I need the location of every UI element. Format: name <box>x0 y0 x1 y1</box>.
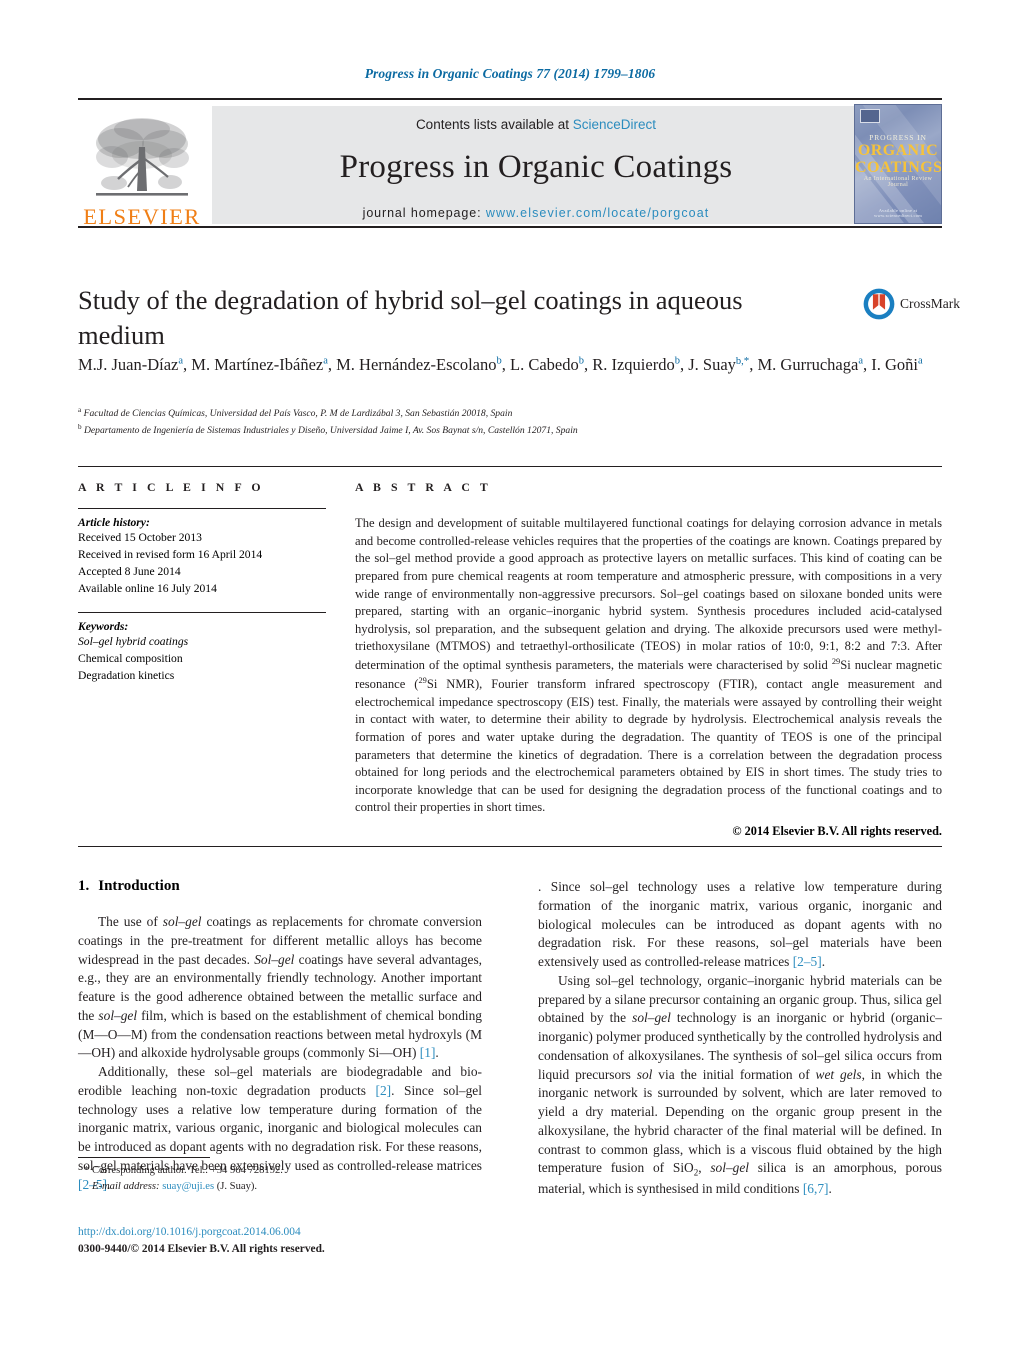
page-title: Study of the degradation of hybrid sol–g… <box>78 285 743 350</box>
intro-paragraph-2-cont: . Since sol–gel technology uses a relati… <box>538 879 942 970</box>
intro-paragraph-1: The use of sol–gel coatings as replaceme… <box>78 914 483 1061</box>
keyword-item: Chemical composition <box>78 651 183 665</box>
article-history-item: Received 15 October 2013 <box>78 531 202 544</box>
citation-link[interactable]: [6,7] <box>803 1181 829 1196</box>
body-column-left: 1. Introduction The use of sol–gel coatin… <box>78 878 482 1194</box>
keyword-item: Sol–gel hybrid coatings <box>78 634 189 648</box>
author-item: M.J. Juan-Díaza, <box>78 355 192 374</box>
crossmark-label: CrossMark <box>900 296 960 311</box>
running-head: Progress in Organic Coatings 77 (2014) 1… <box>364 66 656 81</box>
abstract-text: The design and development of suitable m… <box>355 515 942 817</box>
corresponding-author-note: * Corresponding author. Tel.: +34 964 72… <box>78 1163 482 1179</box>
article-history-item: Available online 16 July 2014 <box>78 582 217 596</box>
homepage-label: journal homepage: <box>362 206 482 220</box>
keywords-divider <box>78 611 326 613</box>
section-title: Introduction <box>98 878 180 894</box>
affiliation-text: Facultad de Ciencias Químicas, Universid… <box>83 408 513 420</box>
abstract-copyright: © 2014 Elsevier B.V. All rights reserved… <box>732 824 942 838</box>
homepage-url-link[interactable]: www.elsevier.com/locate/porgcoat <box>486 206 709 220</box>
affiliation-mark: b <box>78 422 82 431</box>
affiliation-list: a Facultad de Ciencias Químicas, Univers… <box>78 405 958 438</box>
abstract-heading: A B S T R A C T <box>355 480 492 494</box>
cover-line-2: ORGANIC COATINGS <box>855 142 942 176</box>
issn-copyright-line: 0300-9440/© 2014 Elsevier B.V. All right… <box>78 1242 325 1255</box>
keyword-item: Degradation kinetics <box>78 668 175 682</box>
journal-homepage-line: journal homepage: www.elsevier.com/locat… <box>363 206 710 220</box>
abstract-sup-1: 29 <box>831 657 841 666</box>
info-rule-top <box>78 466 942 467</box>
elsevier-logo: ELSEVIER <box>78 104 206 228</box>
article-history-title: Article history: <box>78 516 150 529</box>
cover-line-1: PROGRESS IN <box>869 133 927 142</box>
article-info-block: A R T I C L E I N F O Article history: R… <box>78 480 326 684</box>
cover-elsevier-mark <box>860 109 880 123</box>
corresponding-text: Corresponding author. Tel.: +34 964 7281… <box>91 1165 283 1176</box>
citation-link[interactable]: [1] <box>420 1045 436 1060</box>
cover-line-3: An International Review Journal <box>863 176 933 188</box>
section-number: 1. <box>78 878 90 894</box>
doi-link[interactable]: http://dx.doi.org/10.1016/j.porgcoat.201… <box>78 1224 538 1241</box>
author-item: I. Goñia <box>871 355 923 374</box>
email-note: E-mail address: suay@uji.es (J. Suay). <box>78 1179 482 1195</box>
journal-band: Contents lists available at ScienceDirec… <box>212 106 860 224</box>
journal-masthead: ELSEVIER Contents lists available at Sci… <box>78 98 942 228</box>
email-label: E-mail address: <box>92 1181 160 1193</box>
cover-line-4: Available online at www.sciencedirect.co… <box>873 208 923 218</box>
affiliation-item: a Facultad de Ciencias Químicas, Univers… <box>78 405 958 422</box>
author-item: L. Cabedob, <box>510 355 593 374</box>
author-item: R. Izquierdob, <box>592 355 689 374</box>
corresponding-mark: * <box>84 1165 90 1176</box>
author-item: M. Gurruchagaa, <box>757 355 872 374</box>
footnote-divider <box>78 1157 210 1158</box>
email-owner: (J. Suay). <box>216 1181 258 1193</box>
article-info-divider <box>78 508 326 509</box>
abstract-sup-2: 29 <box>418 675 427 685</box>
abstract-block: A B S T R A C T The design and developme… <box>355 480 942 839</box>
author-item: M. Martínez-Ibáñeza, <box>191 355 337 374</box>
author-item: M. Hernández-Escolanob, <box>336 355 510 374</box>
article-history-item: Received in revised form 16 April 2014 <box>78 548 263 562</box>
footnote-block: * Corresponding author. Tel.: +34 964 72… <box>78 1163 482 1195</box>
contents-prefix: Contents lists available at <box>415 117 573 132</box>
abstract-part-3: Si NMR), Fourier transform infrared spec… <box>355 677 942 815</box>
journal-title: Progress in Organic Coatings <box>339 149 733 185</box>
article-info-heading: A R T I C L E I N F O <box>78 480 265 494</box>
contents-available-line: Contents lists available at ScienceDirec… <box>416 117 656 132</box>
elsevier-tree-icon <box>96 117 189 196</box>
affiliation-text: Departamento de Ingeniería de Sistemas I… <box>84 424 578 436</box>
author-list: M.J. Juan-Díaza, M. Martínez-Ibáñeza, M.… <box>78 352 958 378</box>
journal-cover-thumbnail: PROGRESS IN ORGANIC COATINGS An Internat… <box>854 104 942 224</box>
keywords-title: Keywords: <box>78 619 129 633</box>
info-rule-bottom <box>78 846 942 847</box>
paper-page: Progress in Organic Coatings 77 (2014) 1… <box>0 0 1020 1351</box>
abstract-part-1: The design and development of suitable m… <box>355 516 942 673</box>
affiliation-item: b Departamento de Ingeniería de Sistemas… <box>78 422 958 439</box>
citation-link[interactable]: [2–5] <box>793 954 822 969</box>
author-item: J. Suayb,*, <box>688 354 758 375</box>
crossmark-icon <box>863 288 895 320</box>
sciencedirect-link[interactable]: ScienceDirect <box>573 117 656 132</box>
body-column-right: . Since sol–gel technology uses a relati… <box>538 878 942 1199</box>
elsevier-wordmark: ELSEVIER <box>83 203 201 229</box>
article-history-item: Accepted 8 June 2014 <box>78 565 181 579</box>
citation-link[interactable]: [2] <box>376 1083 392 1098</box>
crossmark-badge[interactable]: CrossMark <box>862 281 960 327</box>
section-heading-introduction: 1. Introduction <box>78 878 482 895</box>
doi-block: http://dx.doi.org/10.1016/j.porgcoat.201… <box>78 1224 538 1257</box>
intro-paragraph-3: Using sol–gel technology, organic–inorga… <box>538 972 943 1196</box>
email-link[interactable]: suay@uji.es <box>162 1181 214 1192</box>
affiliation-mark: a <box>78 406 82 414</box>
